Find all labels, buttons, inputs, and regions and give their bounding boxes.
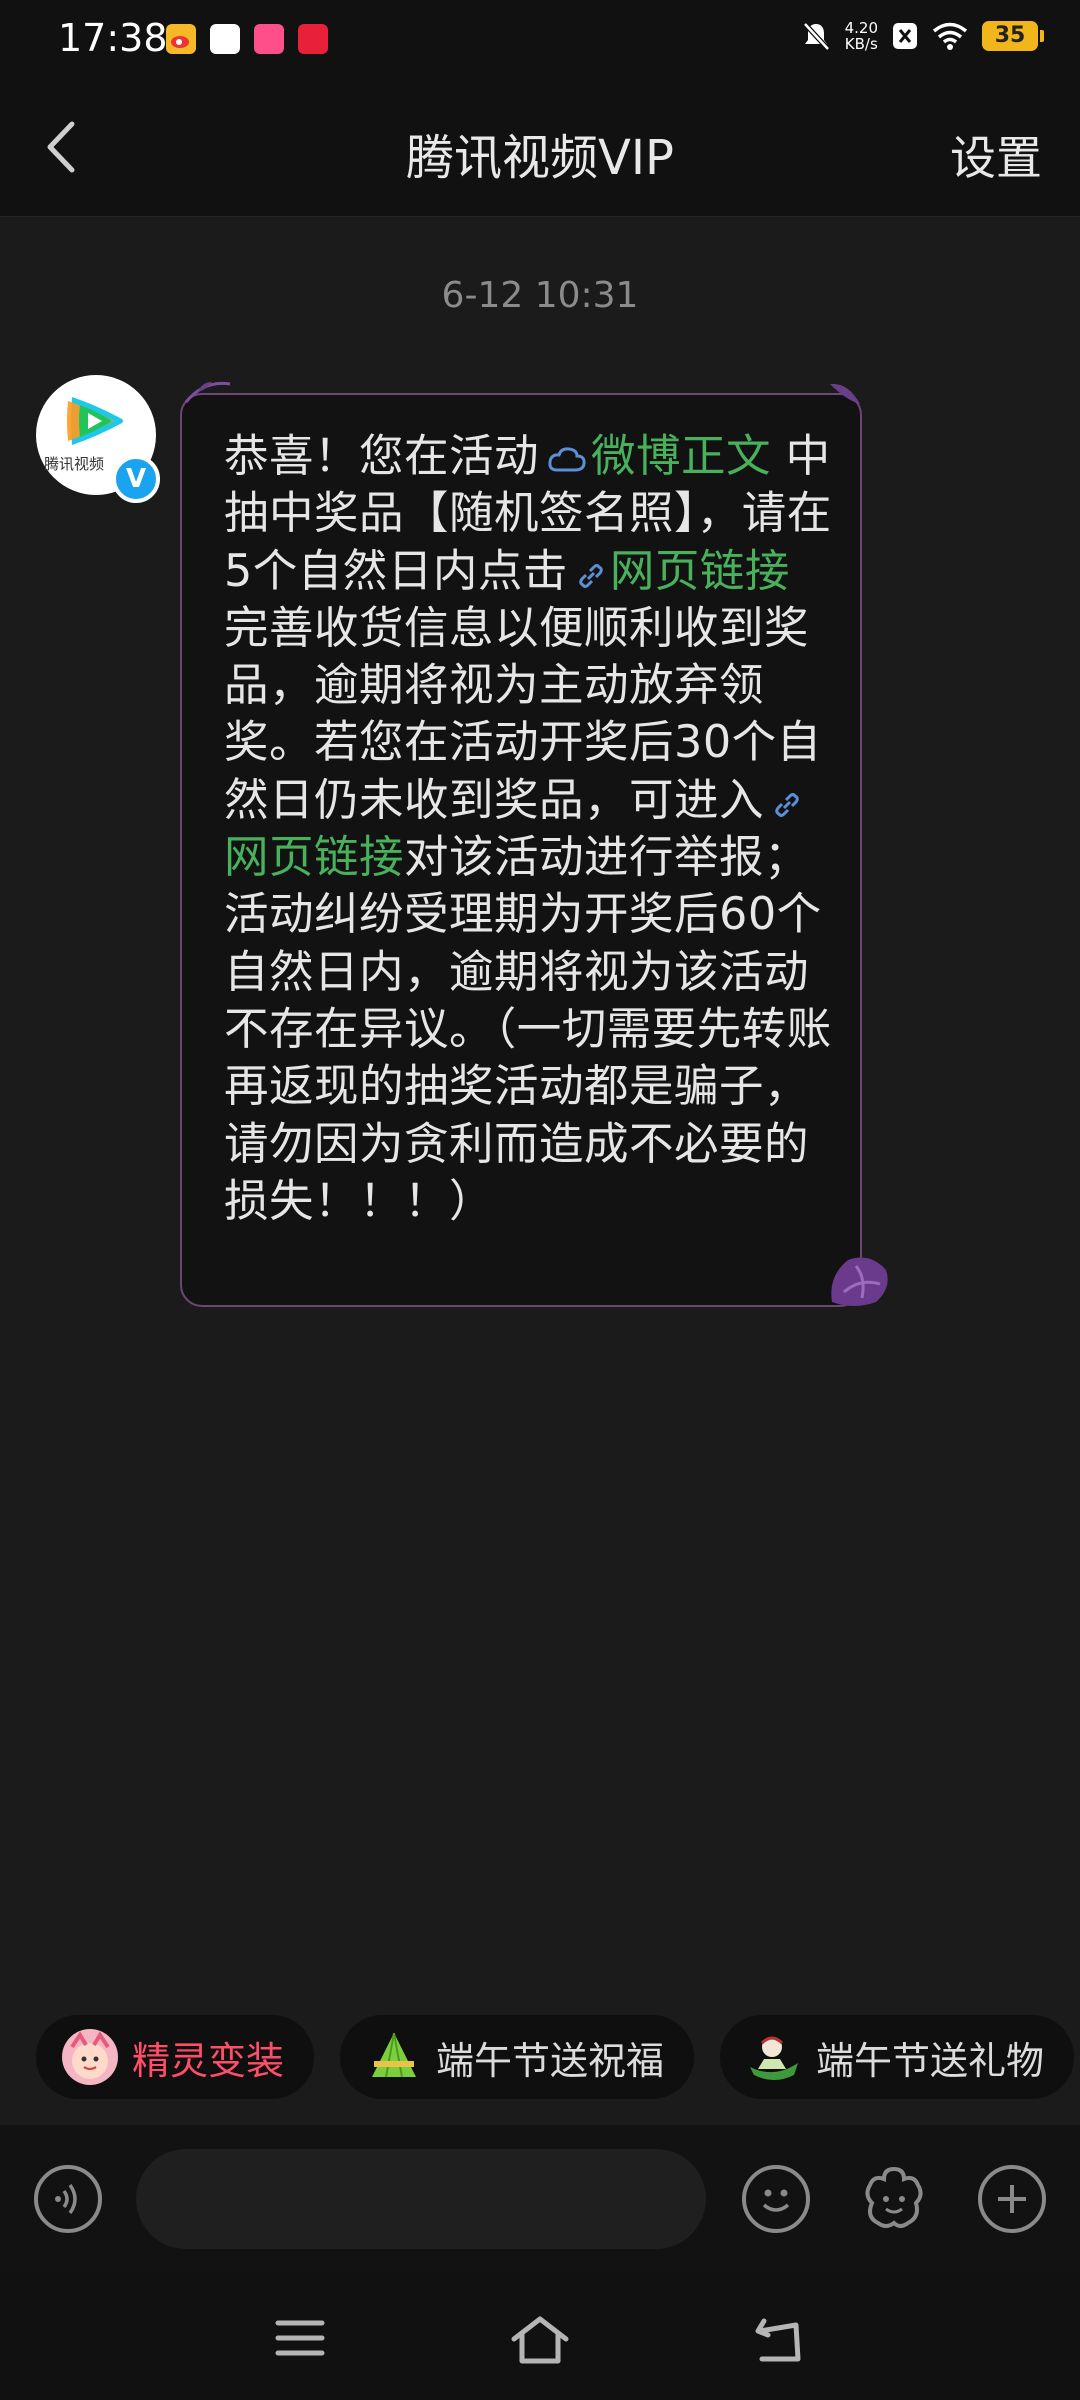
quick-reply-label: 精灵变装 (132, 2038, 285, 2083)
message-timestamp: 6-12 10:31 (441, 275, 639, 316)
emoji-button[interactable] (742, 2165, 810, 2233)
menu-icon (275, 2320, 325, 2356)
quick-reply-bar: 精灵变装 端午节送祝福 端午节送礼物 (36, 2015, 1075, 2099)
more-button[interactable] (978, 2165, 1046, 2233)
status-bar: 17:38 4.20 KB/s 35 (0, 0, 1080, 82)
fairy-costume-icon (62, 2029, 118, 2085)
sticker-button[interactable] (856, 2161, 932, 2237)
wifi-icon (932, 22, 968, 50)
message-text-part: 对该活动进行举报；活动纠纷受理期为开奖后60个自然日内，逾期将视为该活动不存在异… (224, 832, 832, 1227)
zongzi-icon (366, 2029, 422, 2085)
white-app-icon (210, 24, 240, 54)
weibo-post-link[interactable]: 微博正文 (539, 431, 771, 482)
quick-reply-chip[interactable]: 精灵变装 (36, 2015, 315, 2099)
settings-button[interactable]: 设置 (950, 122, 1042, 188)
leaf-decoration-icon (184, 381, 231, 403)
dragon-boat-gift-icon (746, 2029, 802, 2085)
chat-header: 腾讯视频VIP 设置 (0, 82, 1080, 217)
weibo-post-link-label: 微博正文 (591, 431, 772, 482)
quick-reply-label: 端午节送祝福 (436, 2038, 665, 2083)
link-icon (775, 792, 799, 817)
red-app-icon (298, 24, 328, 54)
net-speed-unit: KB/s (844, 35, 878, 53)
home-button[interactable] (508, 2313, 572, 2371)
weibo-app-icon (166, 24, 196, 54)
voice-icon (55, 2183, 77, 2215)
quick-reply-chip[interactable]: 端午节送祝福 (340, 2015, 695, 2099)
system-nav-bar (0, 2273, 1080, 2400)
mute-icon (802, 22, 830, 51)
verified-badge: V (112, 455, 160, 503)
voice-button[interactable] (34, 2165, 102, 2233)
status-notification-icons (166, 24, 328, 54)
web-link-2-label: 网页链接 (224, 832, 405, 884)
menu-button[interactable] (270, 2313, 330, 2367)
emoji-icon (762, 2189, 790, 2212)
tencent-video-logo-icon (67, 397, 123, 445)
quick-reply-chip[interactable]: 端午节送礼物 (720, 2015, 1075, 2099)
rice-dumpling-decoration-icon (831, 1257, 888, 1306)
web-link-1[interactable]: 网页链接 (568, 546, 790, 597)
close-box-icon (893, 23, 917, 49)
weibo-icon (548, 447, 586, 472)
message-text: 恭喜！您在活动 微博正文 中抽中奖品【随机签名照】，请在5个自然日内点击 网页链接 … (224, 428, 834, 1230)
net-speed-value: 4.20 (844, 19, 878, 37)
message-input[interactable] (136, 2149, 706, 2249)
page-title: 腾讯视频VIP (406, 130, 674, 186)
message-text-part: 完善收货信息以便顺利收到奖品，逾期将视为主动放弃领奖。若您在活动开奖后30个自然… (224, 602, 822, 826)
web-link-1-label: 网页链接 (609, 545, 790, 597)
input-bar (0, 2125, 1080, 2273)
avatar-label: 腾讯视频 (44, 455, 105, 473)
sticker-icon (865, 2166, 923, 2228)
link-icon (579, 563, 603, 588)
quick-reply-label: 端午节送礼物 (816, 2038, 1045, 2083)
net-speed: 4.20 KB/s (845, 20, 878, 52)
message-bubble: 恭喜！您在活动 微博正文 中抽中奖品【随机签名照】，请在5个自然日内点击 网页链接 … (180, 393, 862, 1307)
plus-icon (998, 2185, 1026, 2213)
home-icon (511, 2316, 569, 2364)
message-text-part: 恭喜！您在活动 (224, 431, 540, 482)
back-nav-button[interactable] (750, 2313, 810, 2371)
back-icon (755, 2318, 801, 2362)
battery-icon: 35 (982, 21, 1044, 51)
pink-app-icon (254, 24, 284, 54)
leaf-decoration-icon (830, 383, 860, 404)
status-time: 17:38 (58, 16, 168, 60)
